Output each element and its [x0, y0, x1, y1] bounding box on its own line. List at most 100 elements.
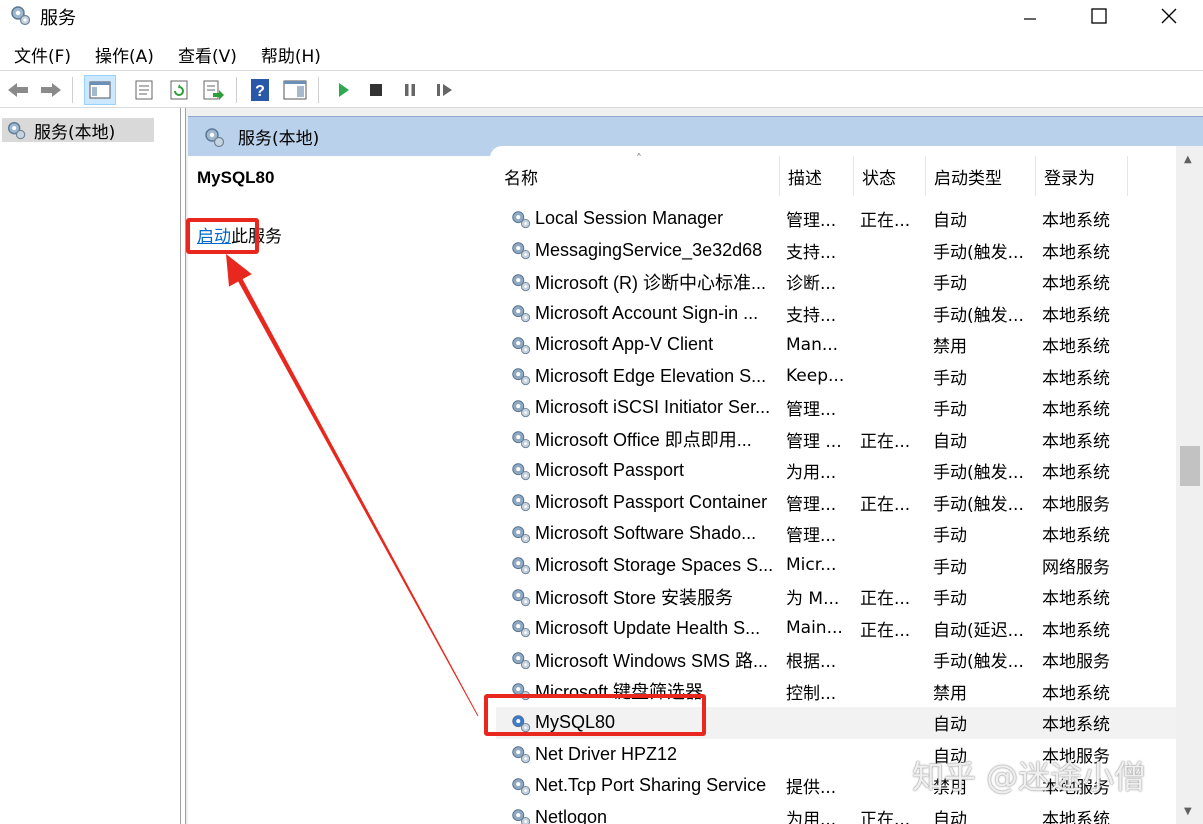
table-row[interactable]: Microsoft Edge Elevation S... Keep... 手动 本地…	[496, 361, 1186, 393]
menu-help[interactable]: 帮助(H)	[253, 42, 329, 67]
stop-service-icon	[370, 84, 382, 96]
menu-action[interactable]: 操作(A)	[87, 42, 162, 67]
table-row[interactable]: Microsoft Account Sign-in ... 支持... 手动(触发.…	[496, 298, 1186, 330]
service-logon-cell: 本地系统	[1042, 211, 1110, 232]
service-startup-type-cell: 手动(触发...	[933, 242, 1024, 263]
table-row[interactable]: Microsoft (R) 诊断中心标准... 诊断... 手动 本地系统	[496, 266, 1186, 298]
service-startup-type-cell: 手动	[933, 400, 967, 421]
table-row[interactable]: Netlogon 为用... 正在... 自动 本地系统	[496, 802, 1186, 824]
service-status-cell	[860, 676, 924, 708]
service-status-cell: 正在...	[860, 589, 911, 610]
service-name-cell: Microsoft App-V Client	[510, 329, 772, 361]
column-header-startup-type[interactable]: 启动类型	[926, 156, 1036, 196]
service-status-cell	[860, 392, 924, 424]
help-button[interactable]: ?	[247, 77, 273, 103]
service-description-cell: 支持...	[786, 305, 837, 326]
export-list-icon	[203, 80, 224, 100]
table-row[interactable]: Microsoft Update Health S... Main... 正在...…	[496, 613, 1186, 645]
minimize-icon	[1024, 18, 1036, 20]
service-gear-icon	[512, 746, 531, 764]
table-row[interactable]: Microsoft Passport 为用... 手动(触发... 本地系统	[496, 455, 1186, 487]
start-service-button[interactable]	[330, 77, 356, 103]
service-name-cell: Microsoft Software Shado...	[510, 518, 772, 550]
service-status-cell: 正在...	[860, 809, 911, 824]
show-hide-tree-icon	[89, 81, 111, 99]
scrollbar-thumb[interactable]	[1180, 446, 1200, 486]
table-row[interactable]: Microsoft Windows SMS 路... 根据... 手动(触发... 本…	[496, 644, 1186, 676]
back-button[interactable]	[5, 77, 31, 103]
toolbar: ?	[0, 70, 1203, 108]
service-description-cell: 为 M...	[786, 589, 840, 610]
service-startup-type-cell: 手动	[933, 526, 967, 547]
export-list-button[interactable]	[200, 77, 226, 103]
scroll-up-icon[interactable]: ▲	[1184, 154, 1192, 165]
table-row[interactable]: Microsoft App-V Client Man... 禁用 本地系统	[496, 329, 1186, 361]
service-description-cell: 控制...	[786, 683, 837, 704]
resume-service-button[interactable]	[432, 77, 458, 103]
title-bar: 服务	[0, 0, 1203, 32]
table-row[interactable]: Microsoft Passport Container 管理... 正在... 手动…	[496, 487, 1186, 519]
table-row[interactable]: MessagingService_3e32d68 支持... 手动(触发... 本地系…	[496, 235, 1186, 267]
service-name-cell: Netlogon	[510, 802, 772, 824]
minimize-button[interactable]	[995, 0, 1065, 32]
service-status-cell	[860, 266, 924, 298]
service-logon-cell: 本地系统	[1042, 715, 1110, 736]
service-logon-cell: 本地系统	[1042, 242, 1110, 263]
service-gear-icon	[512, 588, 531, 606]
service-logon-cell: 本地系统	[1042, 463, 1110, 484]
pane-header-label: 服务(本地)	[238, 129, 320, 149]
maximize-button[interactable]	[1064, 0, 1134, 32]
service-startup-type-cell: 自动	[933, 809, 967, 824]
console-tree: 服务(本地)	[0, 108, 181, 824]
vertical-scrollbar[interactable]: ▲ ▼	[1176, 146, 1203, 824]
column-header-name[interactable]: 名称 ˄	[496, 152, 780, 196]
table-row[interactable]: Local Session Manager 管理... 正在... 自动 本地系统	[496, 203, 1186, 235]
service-gear-icon	[512, 777, 531, 795]
service-status-cell: 正在...	[860, 211, 911, 232]
service-status-cell: 正在...	[860, 431, 911, 452]
close-button[interactable]	[1134, 0, 1203, 32]
pause-service-button[interactable]	[397, 77, 423, 103]
table-row[interactable]: Microsoft Office 即点即用... 管理 ... 正在... 自动 本地系…	[496, 424, 1186, 456]
refresh-button[interactable]	[166, 77, 192, 103]
service-description-cell	[786, 707, 852, 739]
table-row[interactable]: Microsoft Storage Spaces S... Micr... 手动 网络…	[496, 550, 1186, 582]
show-hide-action-pane-button[interactable]	[282, 77, 308, 103]
service-description-cell: Keep...	[786, 366, 845, 387]
service-gear-icon	[512, 462, 531, 480]
service-description-cell: Man...	[786, 334, 839, 355]
column-header-log-on-as[interactable]: 登录为	[1036, 156, 1128, 196]
service-startup-type-cell: 手动	[933, 557, 967, 578]
service-logon-cell: 网络服务	[1042, 557, 1110, 578]
service-logon-cell: 本地系统	[1042, 526, 1110, 547]
stop-service-button[interactable]	[363, 77, 389, 103]
column-header-status[interactable]: 状态	[854, 156, 926, 196]
menu-view[interactable]: 查看(V)	[170, 42, 245, 67]
service-name-cell: Microsoft iSCSI Initiator Ser...	[510, 392, 772, 424]
column-header-description[interactable]: 描述	[780, 156, 854, 196]
properties-button[interactable]	[131, 77, 157, 103]
service-logon-cell: 本地系统	[1042, 589, 1110, 610]
start-service-icon	[339, 83, 349, 97]
menu-file[interactable]: 文件(F)	[6, 42, 79, 67]
service-startup-type-cell: 自动(延迟...	[933, 620, 1024, 641]
service-description-cell: 管理...	[786, 526, 837, 547]
table-row[interactable]: Microsoft Store 安装服务为 M... 正在... 手动 本地系统	[496, 581, 1186, 613]
service-name-cell: Microsoft Passport	[510, 455, 772, 487]
table-row[interactable]: Microsoft Software Shado... 管理... 手动 本地系统	[496, 518, 1186, 550]
tree-item-services-local[interactable]: 服务(本地)	[2, 118, 154, 143]
show-hide-tree-button[interactable]	[84, 75, 116, 105]
table-row[interactable]: Microsoft iSCSI Initiator Ser... 管理... 手动 本…	[496, 392, 1186, 424]
service-logon-cell: 本地系统	[1042, 337, 1110, 358]
svg-text:?: ?	[255, 83, 265, 100]
service-gear-icon	[512, 399, 531, 417]
maximize-icon	[1091, 8, 1107, 24]
scroll-down-icon[interactable]: ▼	[1184, 806, 1192, 817]
toolbar-separator	[72, 77, 73, 103]
service-name-cell: Microsoft Update Health S...	[510, 613, 772, 645]
close-icon	[1161, 8, 1177, 24]
service-description-cell: 提供...	[786, 778, 837, 799]
service-startup-type-cell: 自动	[933, 431, 967, 452]
forward-button[interactable]	[38, 77, 64, 103]
service-description-cell: 管理...	[786, 211, 837, 232]
